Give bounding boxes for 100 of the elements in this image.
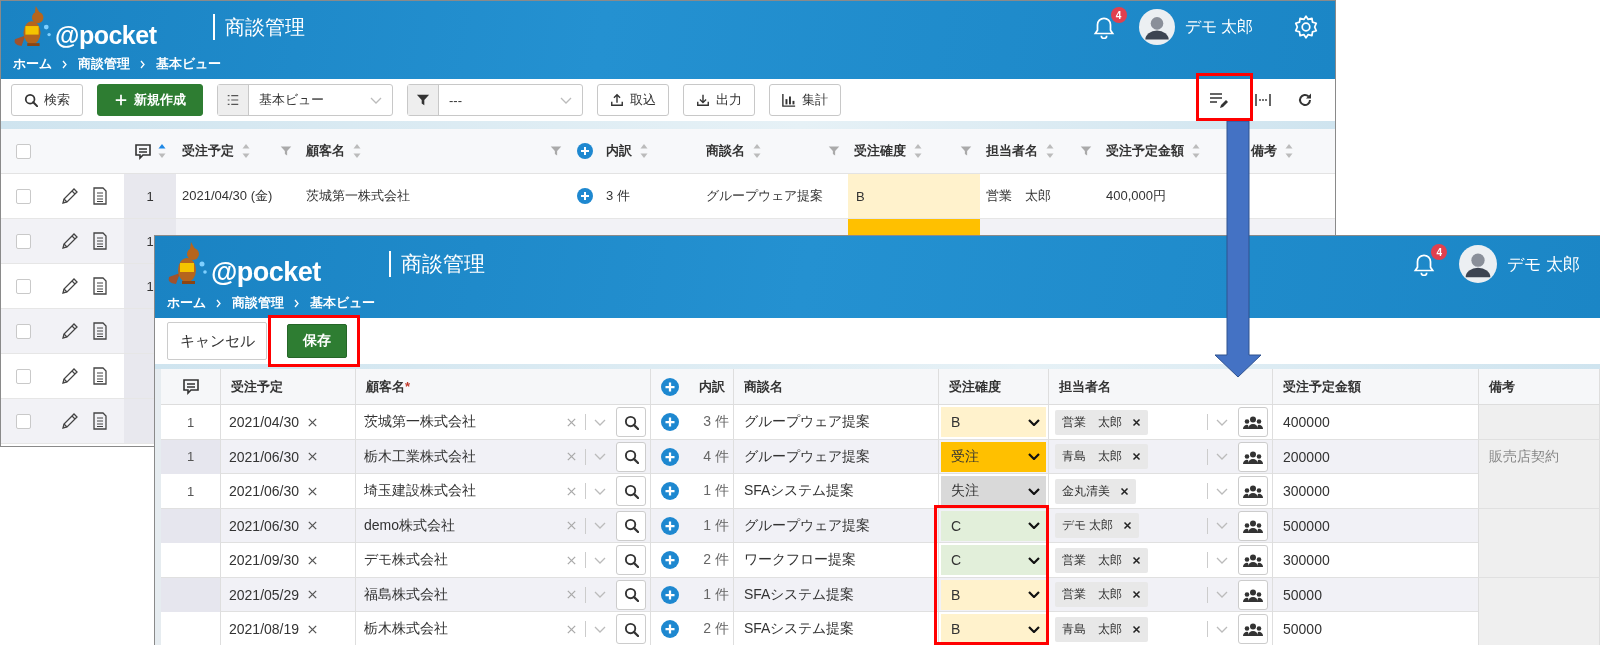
checkbox[interactable] xyxy=(16,233,31,249)
column-header[interactable]: 受注確度 xyxy=(854,142,906,160)
settings-icon[interactable] xyxy=(1293,14,1319,40)
document-icon[interactable] xyxy=(90,366,110,386)
date-field[interactable]: 2021/06/30 xyxy=(229,439,351,474)
search-button[interactable] xyxy=(616,510,646,541)
breadcrumb-link[interactable]: 商談管理 xyxy=(78,55,130,73)
column-header[interactable]: 顧客名 xyxy=(306,142,345,160)
column-header[interactable]: 担当者名 xyxy=(986,142,1038,160)
checkbox[interactable] xyxy=(16,278,31,294)
column-header[interactable]: 内訳 xyxy=(606,142,632,160)
add-icon[interactable] xyxy=(661,585,679,604)
avatar[interactable] xyxy=(1138,9,1175,45)
pencil-icon[interactable] xyxy=(60,276,80,296)
date-field[interactable]: 2021/06/30 xyxy=(229,508,351,543)
document-icon[interactable] xyxy=(90,411,110,431)
refresh-icon[interactable] xyxy=(1297,92,1313,108)
add-icon[interactable] xyxy=(577,143,593,159)
member-button[interactable] xyxy=(1238,545,1268,575)
breadcrumb-link[interactable]: ホーム xyxy=(13,55,52,73)
search-button[interactable] xyxy=(616,614,646,644)
checkbox[interactable] xyxy=(16,413,31,429)
search-button[interactable] xyxy=(616,441,646,472)
filter-select[interactable]: --- xyxy=(407,84,583,116)
clear-icon[interactable] xyxy=(307,623,319,635)
new-button[interactable]: 新規作成 xyxy=(97,84,203,116)
breadcrumb-link[interactable]: 基本ビュー xyxy=(310,294,375,312)
breadcrumb-link[interactable]: 商談管理 xyxy=(232,294,284,312)
avatar[interactable] xyxy=(1459,245,1498,283)
probability-select[interactable]: 受注 xyxy=(941,441,1046,472)
document-icon[interactable] xyxy=(90,321,110,341)
remove-icon[interactable] xyxy=(1132,624,1141,634)
document-icon[interactable] xyxy=(90,186,110,206)
clear-icon[interactable] xyxy=(307,416,319,428)
date-field[interactable]: 2021/05/29 xyxy=(229,577,351,612)
list-edit-icon[interactable] xyxy=(1209,91,1229,109)
owner-field[interactable]: 青島 太郎 xyxy=(1055,612,1234,645)
clear-icon[interactable] xyxy=(307,451,319,462)
clear-icon[interactable] xyxy=(307,554,319,566)
pencil-icon[interactable] xyxy=(60,186,80,206)
date-field[interactable]: 2021/04/30 xyxy=(229,405,351,439)
sort-icon[interactable] xyxy=(158,144,166,158)
add-icon[interactable] xyxy=(577,188,593,204)
add-icon[interactable] xyxy=(661,413,679,431)
column-header[interactable]: 商談名 xyxy=(706,142,745,160)
probability-select[interactable]: 失注 xyxy=(941,476,1046,506)
owner-field[interactable]: 金丸清美 xyxy=(1055,474,1234,508)
save-button[interactable]: 保存 xyxy=(287,324,347,358)
export-button[interactable]: 出力 xyxy=(683,84,755,116)
pencil-icon[interactable] xyxy=(60,231,80,251)
pencil-icon[interactable] xyxy=(60,321,80,341)
search-button[interactable] xyxy=(616,545,646,575)
member-button[interactable] xyxy=(1238,510,1268,541)
add-icon[interactable] xyxy=(661,482,679,500)
column-header[interactable]: 受注予定金額 xyxy=(1106,142,1184,160)
document-icon[interactable] xyxy=(90,231,110,251)
clear-icon[interactable] xyxy=(307,589,319,600)
remove-icon[interactable] xyxy=(1132,590,1141,599)
column-width-icon[interactable] xyxy=(1255,92,1271,108)
add-icon[interactable] xyxy=(661,620,679,638)
owner-field[interactable]: 営業 太郎 xyxy=(1055,577,1234,612)
checkbox[interactable] xyxy=(16,323,31,339)
user-name[interactable]: デモ 太郎 xyxy=(1184,16,1253,38)
probability-select[interactable]: C xyxy=(941,545,1046,575)
remove-icon[interactable] xyxy=(1120,486,1129,496)
search-button[interactable] xyxy=(616,579,646,610)
remove-icon[interactable] xyxy=(1132,555,1141,565)
filter-icon[interactable] xyxy=(550,145,562,157)
cancel-button[interactable]: キャンセル xyxy=(167,322,267,360)
filter-icon[interactable] xyxy=(960,145,972,157)
probability-select[interactable]: B xyxy=(941,407,1046,437)
member-button[interactable] xyxy=(1238,476,1268,506)
clear-icon[interactable] xyxy=(307,520,319,531)
search-button[interactable]: 検索 xyxy=(11,84,83,116)
date-field[interactable]: 2021/09/30 xyxy=(229,543,351,577)
search-button[interactable] xyxy=(616,476,646,506)
owner-field[interactable]: 営業 太郎 xyxy=(1055,543,1234,577)
owner-field[interactable]: 営業 太郎 xyxy=(1055,405,1234,439)
summary-button[interactable]: 集計 xyxy=(769,84,841,116)
filter-icon[interactable] xyxy=(1080,145,1092,157)
pencil-icon[interactable] xyxy=(60,411,80,431)
member-button[interactable] xyxy=(1238,579,1268,610)
member-button[interactable] xyxy=(1238,407,1268,437)
remove-icon[interactable] xyxy=(1132,452,1141,461)
breadcrumb-link[interactable]: 基本ビュー xyxy=(156,55,221,73)
member-button[interactable] xyxy=(1238,441,1268,472)
clear-icon[interactable] xyxy=(307,485,319,497)
filter-icon[interactable] xyxy=(280,145,292,157)
add-icon[interactable] xyxy=(661,447,679,466)
remove-icon[interactable] xyxy=(1132,417,1141,427)
filter-icon[interactable] xyxy=(828,145,840,157)
date-field[interactable]: 2021/08/19 xyxy=(229,612,351,645)
view-select[interactable]: 基本ビュー xyxy=(217,84,393,116)
add-icon[interactable] xyxy=(661,377,679,396)
column-header[interactable]: 受注予定 xyxy=(182,142,234,160)
pencil-icon[interactable] xyxy=(60,366,80,386)
probability-select[interactable]: B xyxy=(941,579,1046,610)
checkbox[interactable] xyxy=(16,143,31,159)
remove-icon[interactable] xyxy=(1123,521,1133,530)
import-button[interactable]: 取込 xyxy=(597,84,669,116)
